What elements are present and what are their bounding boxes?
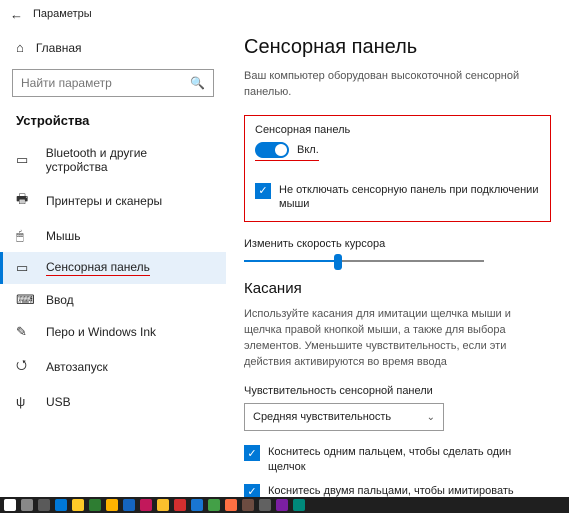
- slider-fill: [244, 260, 340, 262]
- keyboard-icon: ⌨: [16, 292, 36, 308]
- touches-heading: Касания: [244, 280, 551, 297]
- chevron-down-icon: ⌄: [427, 412, 435, 423]
- keep-on-checkbox[interactable]: ✓: [255, 183, 271, 199]
- nav-label: Bluetooth и другие устройства: [46, 146, 210, 174]
- taskbar-app-icon[interactable]: [123, 499, 135, 511]
- cursor-speed-slider[interactable]: [244, 260, 484, 262]
- home-icon: ⌂: [16, 40, 24, 55]
- home-link[interactable]: ⌂ Главная: [0, 34, 226, 61]
- taskbar-app-icon[interactable]: [89, 499, 101, 511]
- sidebar-item-autoplay[interactable]: ⭯ Автозапуск: [0, 348, 226, 386]
- taskbar-app-icon[interactable]: [140, 499, 152, 511]
- taskbar-app-icon[interactable]: [225, 499, 237, 511]
- cursor-speed-label: Изменить скорость курсора: [244, 238, 551, 250]
- taskbar-app-icon[interactable]: [4, 499, 16, 511]
- sidebar: ⌂ Главная 🔍 Устройства ▭ Bluetooth и дру…: [0, 28, 226, 497]
- sidebar-item-touchpad[interactable]: ▭ Сенсорная панель: [0, 252, 226, 284]
- highlight-box: Сенсорная панель Вкл. ✓ Не отключать сен…: [244, 115, 551, 223]
- nav-label: Перо и Windows Ink: [46, 325, 156, 339]
- sidebar-item-printers[interactable]: 🖶 Принтеры и сканеры: [0, 182, 226, 220]
- tap-one-label: Коснитесь одним пальцем, чтобы сделать о…: [268, 445, 551, 474]
- nav-label: Мышь: [46, 229, 81, 243]
- sidebar-item-bluetooth[interactable]: ▭ Bluetooth и другие устройства: [0, 138, 226, 182]
- search-field[interactable]: [21, 76, 190, 90]
- mouse-icon: 🖱: [16, 228, 36, 244]
- dropdown-value: Средняя чувствительность: [253, 411, 391, 423]
- page-title: Сенсорная панель: [244, 36, 551, 59]
- taskbar-app-icon[interactable]: [191, 499, 203, 511]
- taskbar-app-icon[interactable]: [38, 499, 50, 511]
- taskbar[interactable]: [0, 497, 569, 513]
- touchpad-toggle[interactable]: [255, 142, 289, 158]
- nav-label: Ввод: [46, 293, 74, 307]
- tap-two-checkbox[interactable]: ✓: [244, 484, 260, 497]
- nav-label: Принтеры и сканеры: [46, 194, 162, 208]
- category-header: Устройства: [0, 107, 226, 138]
- sidebar-item-typing[interactable]: ⌨ Ввод: [0, 284, 226, 316]
- nav-label: Сенсорная панель: [46, 260, 150, 276]
- equip-text: Ваш компьютер оборудован высокоточной се…: [244, 69, 551, 101]
- touches-desc: Используйте касания для имитации щелчка …: [244, 307, 551, 371]
- slider-thumb[interactable]: [334, 254, 342, 270]
- taskbar-app-icon[interactable]: [72, 499, 84, 511]
- taskbar-app-icon[interactable]: [55, 499, 67, 511]
- sidebar-item-mouse[interactable]: 🖱 Мышь: [0, 220, 226, 252]
- sensitivity-label: Чувствительность сенсорной панели: [244, 385, 551, 397]
- taskbar-app-icon[interactable]: [174, 499, 186, 511]
- tap-two-label: Коснитесь двумя пальцами, чтобы имитиров…: [268, 484, 551, 497]
- autoplay-icon: ⭯: [16, 356, 36, 378]
- printer-icon: 🖶: [16, 190, 36, 212]
- main-panel: Сенсорная панель Ваш компьютер оборудова…: [226, 28, 569, 497]
- nav-label: Автозапуск: [46, 360, 108, 374]
- touchpad-label: Сенсорная панель: [255, 124, 540, 136]
- search-icon: 🔍: [190, 76, 205, 90]
- taskbar-app-icon[interactable]: [293, 499, 305, 511]
- window-title: Параметры: [33, 8, 92, 20]
- nav-label: USB: [46, 395, 71, 409]
- titlebar: ← Параметры: [0, 0, 569, 28]
- taskbar-app-icon[interactable]: [106, 499, 118, 511]
- usb-icon: ψ: [16, 394, 36, 409]
- back-icon[interactable]: ←: [10, 7, 23, 22]
- home-label: Главная: [36, 41, 82, 55]
- pen-icon: ✎: [16, 324, 36, 340]
- taskbar-app-icon[interactable]: [157, 499, 169, 511]
- keep-on-label: Не отключать сенсорную панель при подклю…: [279, 183, 540, 212]
- taskbar-app-icon[interactable]: [259, 499, 271, 511]
- sensitivity-dropdown[interactable]: Средняя чувствительность ⌄: [244, 403, 444, 431]
- search-input[interactable]: 🔍: [12, 69, 214, 97]
- taskbar-app-icon[interactable]: [276, 499, 288, 511]
- tap-one-checkbox[interactable]: ✓: [244, 445, 260, 461]
- taskbar-app-icon[interactable]: [242, 499, 254, 511]
- toggle-state: Вкл.: [297, 144, 319, 156]
- touchpad-icon: ▭: [16, 260, 36, 276]
- bluetooth-icon: ▭: [16, 152, 36, 168]
- sidebar-item-pen[interactable]: ✎ Перо и Windows Ink: [0, 316, 226, 348]
- taskbar-app-icon[interactable]: [208, 499, 220, 511]
- taskbar-app-icon[interactable]: [21, 499, 33, 511]
- sidebar-item-usb[interactable]: ψ USB: [0, 386, 226, 417]
